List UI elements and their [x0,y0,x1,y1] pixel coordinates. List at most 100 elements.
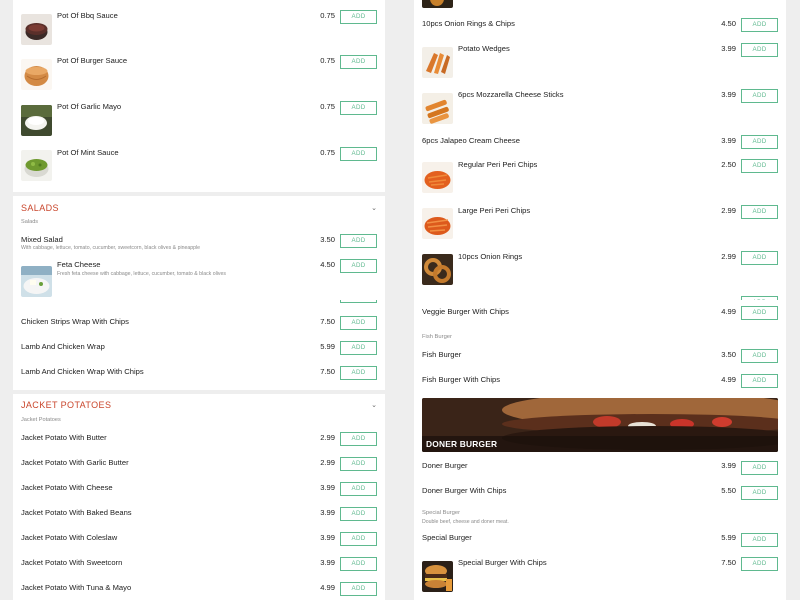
item-description: Fresh feta cheese with cabbage, lettuce,… [57,271,226,277]
subsection-label: Fish Burger [422,334,452,340]
item-price: 3.99 [320,508,335,517]
item-price: 0.75 [320,148,335,157]
menu-item[interactable]: Regular Peri Peri Chips 2.50 ADD [414,152,786,198]
add-button[interactable]: ADD [340,432,377,446]
item-name: Lamb And Chicken Wrap [21,342,105,351]
menu-item[interactable]: Pot Of Garlic Mayo 0.75 ADD [13,92,385,138]
menu-item[interactable]: Lamb And Chicken Wrap With Chips 7.50 AD… [13,360,385,385]
item-price: 4.50 [320,260,335,269]
add-button[interactable]: ADD [741,159,778,173]
menu-item[interactable]: Fish Burger With Chips 4.99 ADD [414,368,786,393]
menu-item[interactable]: Mixed Salad With cabbage, lettuce, tomat… [13,230,385,258]
menu-panel-top-left: Pot Of Bbq Sauce 0.75 ADD Pot Of Burger … [0,0,400,300]
add-button[interactable]: ADD [340,300,377,303]
add-button[interactable]: ADD [340,55,377,69]
menu-item[interactable]: Jacket Potato With Cheese 3.99 ADD [13,478,385,503]
menu-item[interactable]: Pot Of Bbq Sauce 0.75 ADD [13,0,385,46]
menu-item[interactable]: 6pcs Mozzarella Cheese Sticks 3.99 ADD [414,82,786,128]
add-button[interactable]: ADD [741,461,778,475]
add-button[interactable]: ADD [340,101,377,115]
menu-item[interactable]: 10pcs Onion Rings & Chips 4.50 ADD [414,12,786,36]
menu-item[interactable]: Special Burger With Chips 7.50 ADD [414,552,786,600]
menu-item[interactable]: Jacket Potato With Baked Beans 3.99 ADD [13,503,385,528]
add-button[interactable]: ADD [340,234,377,248]
mint-sauce-image [21,150,52,181]
item-price: 3.50 [721,350,736,359]
add-button[interactable]: ADD [340,10,377,24]
menu-item[interactable]: Jacket Potato With Butter 2.99 ADD [13,428,385,453]
add-button[interactable]: ADD [741,135,778,149]
doner-burger-banner: DONER BURGER [422,398,778,452]
menu-item[interactable]: Doner Burger With Chips 5.50 ADD [414,481,786,506]
item-name: Jacket Potato With Baked Beans [21,508,132,517]
item-name: Fish Burger With Chips [422,375,501,384]
bbq-sauce-image [21,14,52,45]
menu-item[interactable]: Special Burger 5.99 ADD [414,528,786,552]
menu-item[interactable]: Feta Cheese Fresh feta cheese with cabba… [13,258,385,300]
item-price: 3.99 [721,136,736,145]
menu-item[interactable]: Jacket Potato With Sweetcorn 3.99 ADD [13,553,385,578]
add-button[interactable]: ADD [741,349,778,363]
menu-item[interactable]: Jacket Potato With Garlic Butter 2.99 AD… [13,453,385,478]
item-name: Veggie Burger With Chips [422,307,509,316]
special-burger-image [422,561,453,592]
menu-item[interactable]: Pot Of Burger Sauce 0.75 ADD [13,46,385,92]
add-button[interactable]: ADD [741,486,778,500]
feta-salad-image [21,266,52,297]
menu-item[interactable]: Chicken Strips Wrap With Chips 7.50 ADD [13,310,385,335]
menu-item[interactable]: Large Peri Peri Chips 2.99 ADD [414,198,786,244]
chevron-down-icon[interactable]: ⌄ [371,401,377,409]
add-button[interactable]: ADD [340,532,377,546]
add-button[interactable]: ADD [340,366,377,380]
item-name: Doner Burger With Chips [422,486,507,495]
add-button[interactable]: ADD [741,89,778,103]
add-button[interactable]: ADD [741,18,778,32]
item-price: 7.50 [721,558,736,567]
menu-item[interactable]: Lamb And Chicken Wrap 5.99 ADD [13,335,385,360]
add-button[interactable]: ADD [741,306,778,320]
add-button[interactable]: ADD [741,557,778,571]
item-name: Jacket Potato With Sweetcorn [21,558,123,567]
garlic-mayo-image [21,105,52,136]
menu-item[interactable]: Pot Of Mint Sauce 0.75 ADD [13,138,385,188]
add-button[interactable]: ADD [741,533,778,547]
menu-item[interactable]: Doner Burger 3.99 ADD [414,456,786,481]
add-button[interactable]: ADD [340,557,377,571]
menu-item[interactable]: Jacket Potato With Coleslaw 3.99 ADD [13,528,385,553]
item-price: 3.99 [721,461,736,470]
burgers-card: Veggie Burger With Chips 4.99 ADD Fish B… [414,300,786,600]
add-button[interactable]: ADD [340,457,377,471]
menu-item[interactable]: Fish Burger 3.50 ADD [414,343,786,368]
item-price: 4.50 [721,19,736,28]
item-price: 3.99 [721,44,736,53]
menu-item[interactable]: Veggie Burger With Chips 4.99 ADD [414,302,786,324]
menu-item[interactable]: Potato Wedges 3.99 ADD [414,36,786,82]
menu-item[interactable]: Jacket Potato With Tuna & Mayo 4.99 ADD [13,578,385,600]
add-button[interactable]: ADD [741,251,778,265]
sides-card: 10pcs Onion Rings & Chips 4.50 ADD Potat… [414,0,786,300]
add-button[interactable]: ADD [340,316,377,330]
add-button[interactable]: ADD [340,147,377,161]
add-button[interactable]: ADD [741,43,778,57]
add-button[interactable]: ADD [340,259,377,273]
add-button[interactable]: ADD [340,582,377,596]
menu-item[interactable]: 6pcs Jalapeo Cream Cheese 3.99 ADD [414,128,786,152]
add-button[interactable]: ADD [741,205,778,219]
menu-item[interactable]: 10pcs Onion Rings 2.99 ADD [414,244,786,290]
add-button[interactable]: ADD [340,507,377,521]
item-name: Feta Cheese [57,260,101,269]
item-name: Jacket Potato With Coleslaw [21,533,118,542]
item-name: Regular Peri Peri Chips [458,160,538,169]
chevron-down-icon[interactable]: ⌄ [371,204,377,212]
item-price: 2.99 [320,433,335,442]
add-button[interactable]: ADD [741,374,778,388]
onion-rings-image [422,254,453,285]
item-price: 3.99 [320,483,335,492]
peri-chips-image [422,162,453,193]
salads-section: SALADS ⌄ Salads Mixed Salad With cabbage… [13,196,385,300]
item-name: 6pcs Jalapeo Cream Cheese [422,136,520,145]
add-button[interactable]: ADD [340,482,377,496]
add-button[interactable]: ADD [340,341,377,355]
item-price: 2.99 [721,206,736,215]
item-name: Mixed Salad [21,235,63,244]
